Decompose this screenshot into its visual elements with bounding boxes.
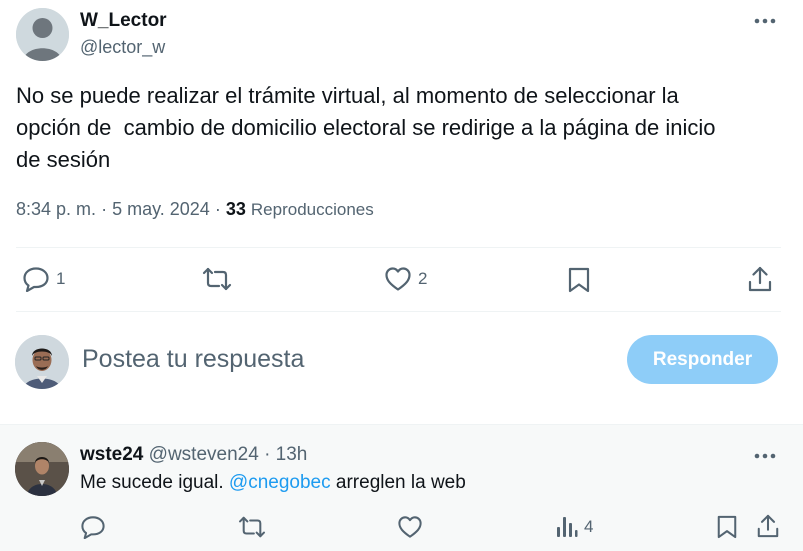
like-button[interactable]: 2 [384,266,427,292]
reply-count: 1 [56,269,66,288]
heart-icon [385,267,411,291]
like-count: 2 [418,269,428,288]
share-icon [757,514,779,538]
author-handle[interactable]: @lector_w [80,37,165,58]
reply-reply-button[interactable] [80,515,106,539]
reply-views-button[interactable]: 4 [556,515,593,539]
heart-icon [398,516,422,538]
reply-time[interactable]: 13h [276,444,308,465]
meta-separator: · [214,199,221,219]
reply-author-avatar[interactable] [15,442,69,496]
current-user-avatar[interactable] [15,335,69,389]
retweet-icon [238,516,266,538]
reply-text-before: Me sucede igual. [80,472,229,493]
tweet-meta: 8:34 p. m. · 5 may. 2024 · 33 Reproducci… [16,199,374,220]
analytics-icon [557,517,578,537]
reply-icon [23,267,49,292]
reply-separator: · [264,444,271,465]
tweet-time[interactable]: 8:34 p. m. [16,199,96,219]
reply-submit-button[interactable]: Responder [627,335,778,384]
views-label: Reproducciones [250,200,374,219]
bookmark-icon [717,515,737,539]
reply-text: Me sucede igual. @cnegobec arreglen la w… [80,472,466,494]
divider [16,311,781,312]
bookmark-icon [568,267,590,293]
mention-link[interactable]: @cnegobec [229,472,331,493]
share-button[interactable] [747,265,773,293]
share-icon [748,266,772,292]
reply-bookmark-button[interactable] [716,514,738,540]
reply-share-button[interactable] [756,513,780,539]
views-count: 33 [225,199,246,219]
reply-icon [81,516,105,539]
reply-retweet-button[interactable] [238,515,266,539]
author-avatar[interactable] [16,8,69,61]
reply-views-count: 4 [584,517,594,536]
tweet-text: No se puede realizar el trámite virtual,… [16,83,716,172]
retweet-button[interactable] [202,266,232,292]
more-icon[interactable] [751,8,779,34]
reply-header: wste24 @wsteven24 · 13h [80,444,307,466]
reply-compose-input[interactable] [82,341,562,377]
reply-author-handle[interactable]: @wsteven24 [149,444,259,465]
tweet-date[interactable]: 5 may. 2024 [112,199,210,219]
reply-author-name[interactable]: wste24 [80,444,143,465]
reply-text-after: arreglen la web [330,472,466,493]
divider [16,247,781,248]
meta-separator: · [101,199,108,219]
reply-like-button[interactable] [397,515,423,539]
tweet-detail-page: W_Lector @lector_w No se puede realizar … [0,0,803,551]
bookmark-button[interactable] [567,266,591,294]
reply-button[interactable]: 1 [22,266,65,292]
retweet-icon [202,267,232,291]
author-name[interactable]: W_Lector [80,10,167,32]
reply-more-icon[interactable] [751,444,779,468]
